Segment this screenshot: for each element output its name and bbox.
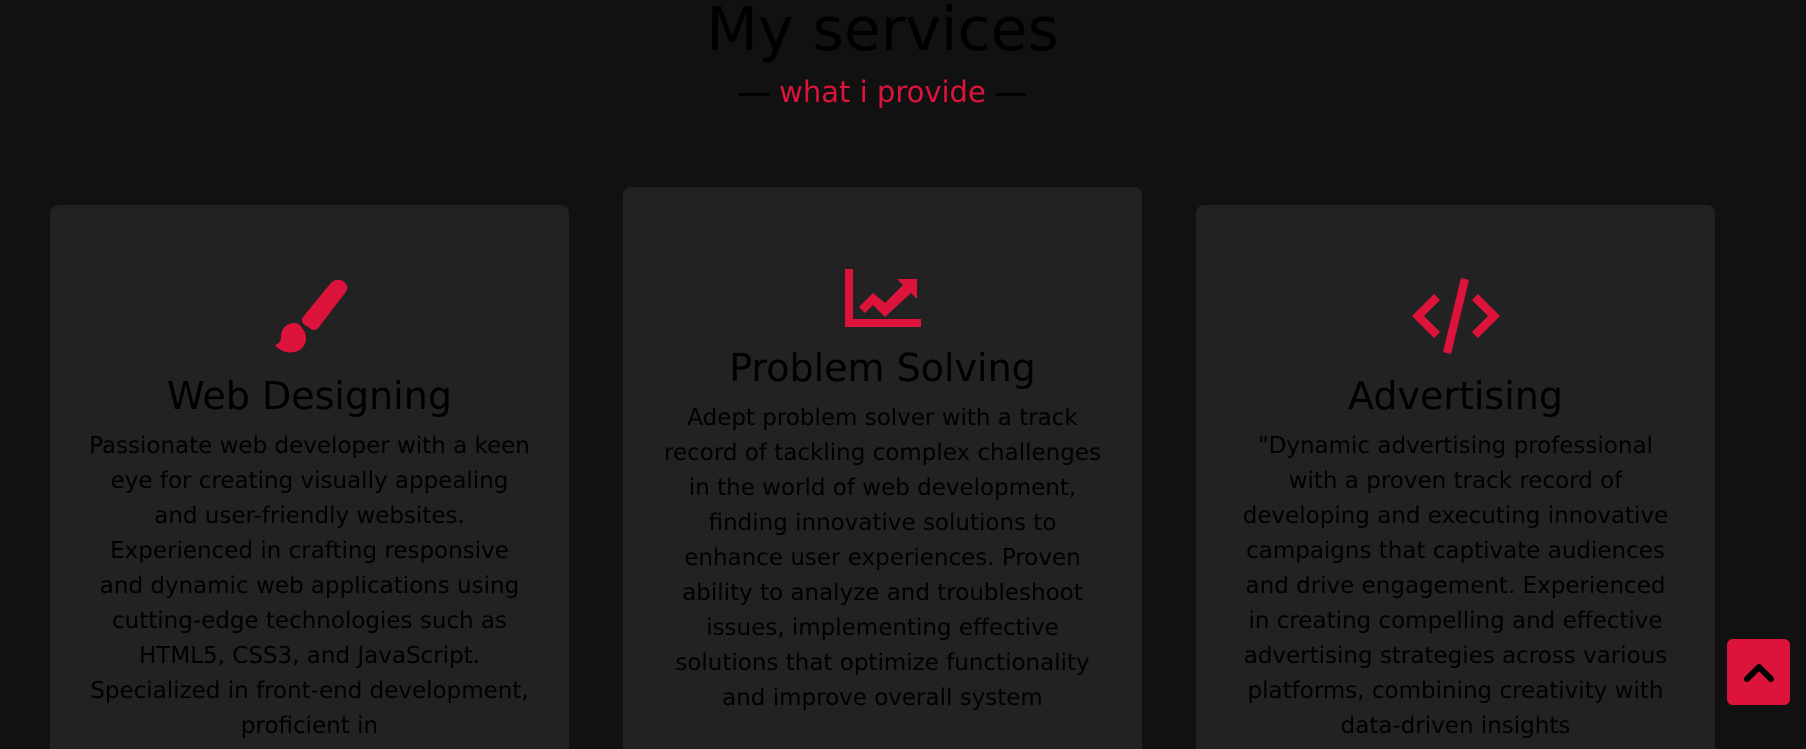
subtitle-text: what i provide: [779, 75, 986, 109]
paint-brush-icon: [274, 279, 347, 353]
subtitle-dash-right: [995, 92, 1026, 96]
card-title: Problem Solving: [729, 346, 1036, 390]
card-title: Web Designing: [167, 374, 452, 418]
service-card-advertising: Advertising "Dynamic advertising profess…: [1196, 205, 1715, 749]
card-description: "Dynamic advertising professional with a…: [1242, 433, 1669, 739]
card-title: Advertising: [1348, 374, 1563, 418]
card-description: Adept problem solver with a track record…: [664, 405, 1101, 711]
service-card-problem-solving: Problem Solving Adept problem solver wit…: [623, 187, 1142, 749]
chevron-up-icon: [1743, 664, 1774, 682]
service-card-web-designing: Web Designing Passionate web developer w…: [50, 205, 569, 749]
services-page: My services what i provide Web Designing…: [0, 0, 1806, 749]
subtitle-dash-left: [739, 92, 770, 96]
section-title: My services: [706, 0, 1059, 65]
card-description: Passionate web developer with a keen eye…: [89, 433, 530, 739]
chart-line-icon: [844, 269, 921, 327]
scroll-to-top-button[interactable]: [1727, 639, 1790, 705]
code-icon: [1411, 278, 1500, 354]
section-subtitle: what i provide: [0, 72, 1765, 112]
